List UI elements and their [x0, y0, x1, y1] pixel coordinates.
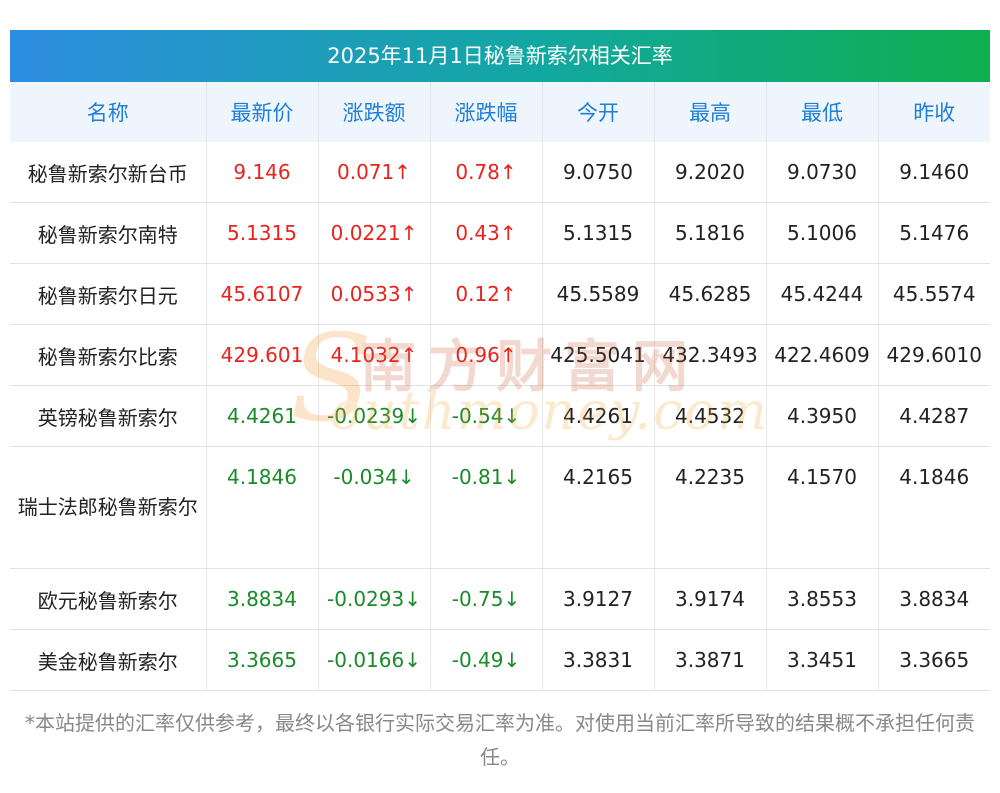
low-cell: 422.4609: [766, 324, 879, 386]
table-row: 秘鲁新索尔新台币 9.146 0.071↑ 0.78↑ 9.0750 9.2020 9.07…: [10, 142, 990, 203]
table-row: 英镑秘鲁新索尔 4.4261 -0.0239↓ -0.54↓ 4.4261 4.4532 4…: [10, 385, 990, 447]
open-cell: 4.4261: [542, 385, 655, 447]
currency-pair-name: 美金秘鲁新索尔: [10, 629, 207, 691]
high-cell: 3.3871: [654, 629, 767, 691]
change-cell: 0.0221↑: [318, 202, 431, 264]
change-cell: -0.0239↓: [318, 385, 431, 447]
latest-price-cell: 3.3665: [206, 629, 319, 691]
change-pct-cell: 0.78↑: [430, 142, 543, 203]
currency-pair-name: 秘鲁新索尔南特: [10, 202, 207, 264]
latest-price-cell: 9.146: [206, 142, 319, 203]
high-cell: 4.2235: [654, 446, 767, 569]
open-cell: 3.9127: [542, 568, 655, 630]
change-cell: -0.034↓: [318, 446, 431, 569]
table-row: 秘鲁新索尔南特 5.1315 0.0221↑ 0.43↑ 5.1315 5.1816 5.1…: [10, 202, 990, 264]
exchange-rate-table: 名称 最新价 涨跌额 涨跌幅 今开 最高 最低 昨收 秘鲁新索尔新台币 9.146…: [10, 82, 990, 691]
open-cell: 425.5041: [542, 324, 655, 386]
prev-close-cell: 429.6010: [878, 324, 990, 386]
disclaimer-footnote: *本站提供的汇率仅供参考，最终以各银行实际交易汇率为准。对使用当前汇率所导致的结…: [25, 711, 975, 769]
latest-price-cell: 45.6107: [206, 263, 319, 325]
table-row: 欧元秘鲁新索尔 3.8834 -0.0293↓ -0.75↓ 3.9127 3.9174 3…: [10, 568, 990, 630]
currency-pair-name: 欧元秘鲁新索尔: [10, 568, 207, 630]
high-cell: 9.2020: [654, 142, 767, 203]
open-cell: 9.0750: [542, 142, 655, 203]
open-cell: 5.1315: [542, 202, 655, 264]
prev-close-cell: 4.1846: [878, 446, 990, 569]
currency-pair-name: 英镑秘鲁新索尔: [10, 385, 207, 447]
low-cell: 4.1570: [766, 446, 879, 569]
table-row: 美金秘鲁新索尔 3.3665 -0.0166↓ -0.49↓ 3.3831 3.3871 3…: [10, 629, 990, 691]
table-header-row: 名称 最新价 涨跌额 涨跌幅 今开 最高 最低 昨收: [10, 82, 990, 142]
low-cell: 4.3950: [766, 385, 879, 447]
open-cell: 4.2165: [542, 446, 655, 569]
change-cell: 0.0533↑: [318, 263, 431, 325]
currency-pair-name: 瑞士法郎秘鲁新索尔: [10, 446, 207, 569]
change-cell: 4.1032↑: [318, 324, 431, 386]
currency-pair-name: 秘鲁新索尔比索: [10, 324, 207, 386]
latest-price-cell: 4.4261: [206, 385, 319, 447]
high-cell: 3.9174: [654, 568, 767, 630]
latest-price-cell: 4.1846: [206, 446, 319, 569]
change-pct-cell: 0.96↑: [430, 324, 543, 386]
column-header-high: 最高: [654, 82, 767, 142]
latest-price-cell: 429.601: [206, 324, 319, 386]
change-pct-cell: -0.49↓: [430, 629, 543, 691]
change-pct-cell: 0.43↑: [430, 202, 543, 264]
prev-close-cell: 4.4287: [878, 385, 990, 447]
low-cell: 3.8553: [766, 568, 879, 630]
low-cell: 9.0730: [766, 142, 879, 203]
high-cell: 4.4532: [654, 385, 767, 447]
prev-close-cell: 3.8834: [878, 568, 990, 630]
change-cell: 0.071↑: [318, 142, 431, 203]
change-pct-cell: -0.81↓: [430, 446, 543, 569]
column-header-low: 最低: [766, 82, 879, 142]
table-row: 秘鲁新索尔比索 429.601 4.1032↑ 0.96↑ 425.5041 432.34…: [10, 324, 990, 386]
table-row: 瑞士法郎秘鲁新索尔 4.1846 -0.034↓ -0.81↓ 4.2165 4.2235…: [10, 446, 990, 569]
change-pct-cell: -0.75↓: [430, 568, 543, 630]
prev-close-cell: 5.1476: [878, 202, 990, 264]
column-header-latest: 最新价: [206, 82, 319, 142]
prev-close-cell: 45.5574: [878, 263, 990, 325]
change-cell: -0.0293↓: [318, 568, 431, 630]
table-title: 2025年11月1日秘鲁新索尔相关汇率: [10, 30, 990, 82]
column-header-change-pct: 涨跌幅: [430, 82, 543, 142]
table-row: 秘鲁新索尔日元 45.6107 0.0533↑ 0.12↑ 45.5589 45.6285…: [10, 263, 990, 325]
high-cell: 5.1816: [654, 202, 767, 264]
low-cell: 3.3451: [766, 629, 879, 691]
column-header-open: 今开: [542, 82, 655, 142]
currency-pair-name: 秘鲁新索尔新台币: [10, 142, 207, 203]
high-cell: 432.3493: [654, 324, 767, 386]
latest-price-cell: 3.8834: [206, 568, 319, 630]
change-pct-cell: -0.54↓: [430, 385, 543, 447]
high-cell: 45.6285: [654, 263, 767, 325]
column-header-change: 涨跌额: [318, 82, 431, 142]
open-cell: 45.5589: [542, 263, 655, 325]
change-pct-cell: 0.12↑: [430, 263, 543, 325]
currency-pair-name: 秘鲁新索尔日元: [10, 263, 207, 325]
prev-close-cell: 9.1460: [878, 142, 990, 203]
change-cell: -0.0166↓: [318, 629, 431, 691]
low-cell: 45.4244: [766, 263, 879, 325]
open-cell: 3.3831: [542, 629, 655, 691]
prev-close-cell: 3.3665: [878, 629, 990, 691]
low-cell: 5.1006: [766, 202, 879, 264]
column-header-name: 名称: [10, 82, 207, 142]
latest-price-cell: 5.1315: [206, 202, 319, 264]
column-header-prev-close: 昨收: [878, 82, 990, 142]
